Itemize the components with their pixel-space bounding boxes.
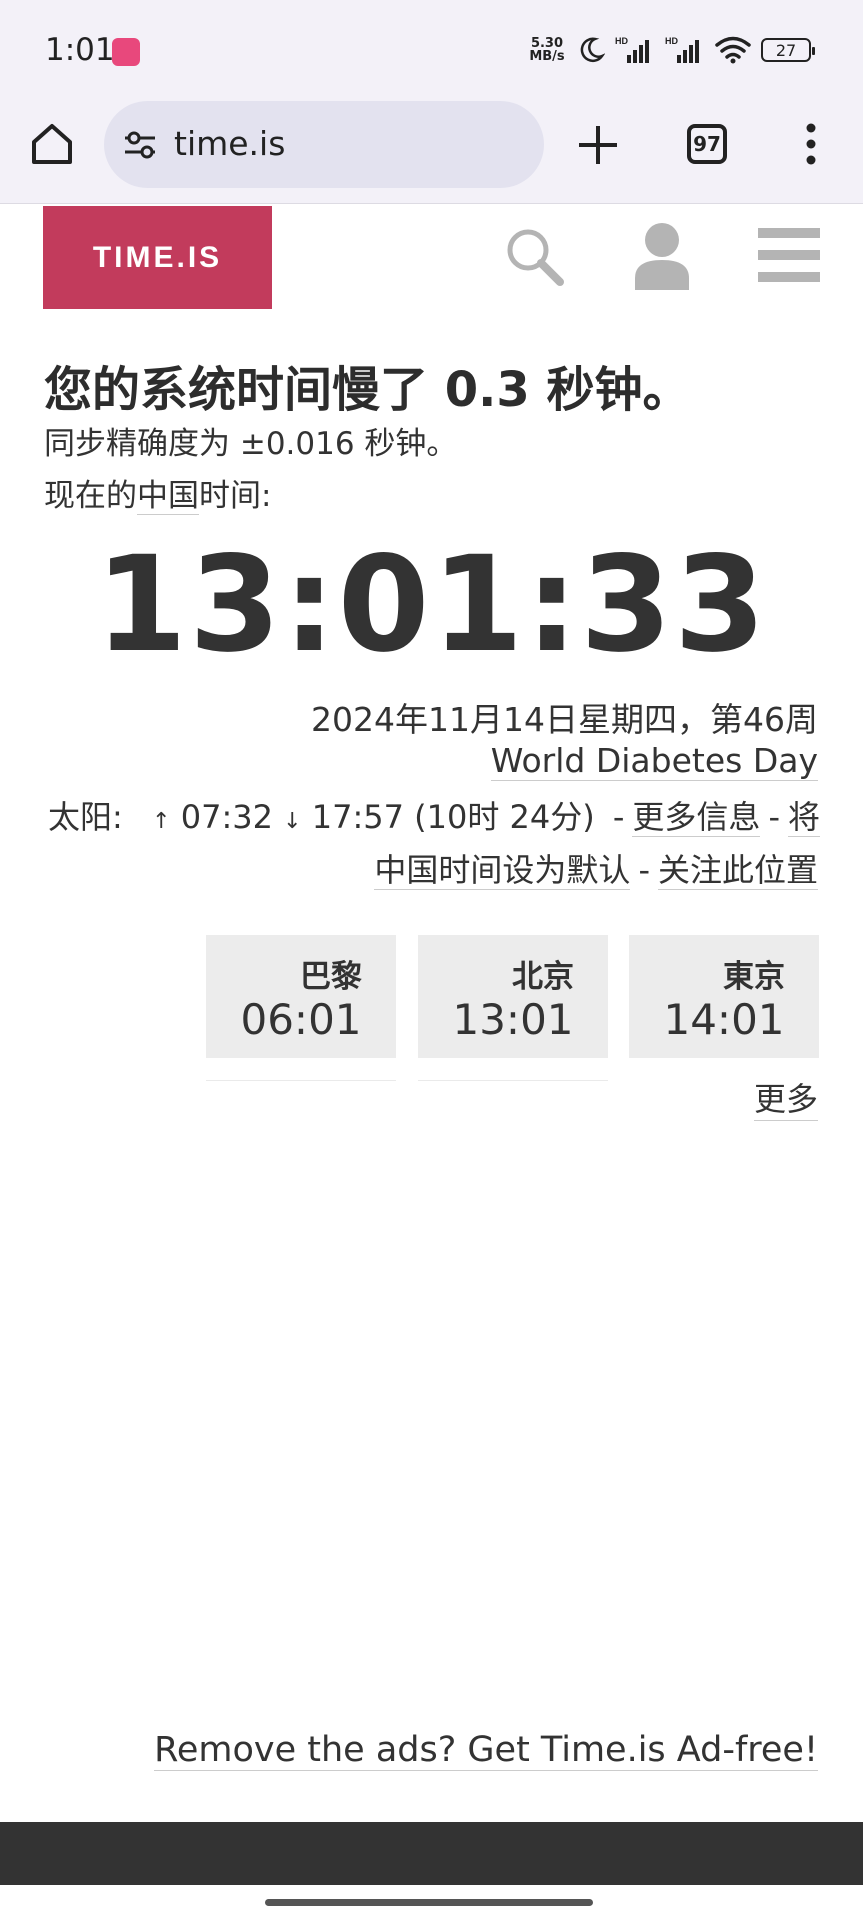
- separator: -: [638, 851, 650, 889]
- separator: -: [612, 798, 625, 836]
- tabs-button[interactable]: 97: [687, 124, 727, 164]
- city-name: 巴黎: [300, 959, 362, 995]
- divider: [206, 1080, 396, 1081]
- sunrise-time: 07:32: [180, 798, 273, 836]
- moon-icon: [580, 37, 605, 63]
- sun-times: ↑ 07:32 ↓ 17:57 (10时 24分) - 更多信息 - 将: [152, 792, 820, 838]
- status-bar: 1:01 5.30 MB/s HD HD 27: [0, 0, 863, 100]
- network-speed: 5.30 MB/s: [529, 36, 565, 64]
- bottom-bar: [0, 1822, 863, 1885]
- follow-location-link[interactable]: 关注此位置: [657, 851, 818, 890]
- user-icon[interactable]: [633, 220, 691, 290]
- separator: -: [768, 798, 780, 836]
- city-name: 北京: [512, 959, 574, 995]
- gesture-handle[interactable]: [265, 1899, 593, 1906]
- now-prefix: 现在的: [44, 478, 137, 514]
- holiday-link[interactable]: World Diabetes Day: [490, 741, 818, 781]
- signal-hd-icon: HD: [615, 36, 649, 63]
- sunset-arrow-icon: ↓: [283, 809, 302, 834]
- sunrise-arrow-icon: ↑: [152, 809, 171, 834]
- address-bar[interactable]: time.is: [104, 101, 544, 188]
- url-text: time.is: [174, 124, 286, 163]
- svg-text:HD: HD: [665, 36, 678, 46]
- set-default-link[interactable]: 将: [787, 798, 820, 837]
- china-link[interactable]: 中国: [137, 478, 199, 515]
- status-indicators: 5.30 MB/s HD HD 27: [527, 32, 815, 68]
- sun-info-row-2: 中国时间设为默认 - 关注此位置: [374, 845, 818, 891]
- divider: [418, 1080, 608, 1081]
- adfree-link[interactable]: Remove the ads? Get Time.is Ad-free!: [154, 1730, 818, 1771]
- sync-accuracy: 同步精确度为 ±0.016 秒钟。: [44, 426, 458, 462]
- day-length: (10时 24分): [414, 798, 595, 836]
- status-time: 1:01: [45, 32, 115, 68]
- now-suffix: 时间:: [199, 478, 272, 514]
- sunset-time: 17:57: [311, 798, 404, 836]
- date-line: 2024年11月14日星期四，第46周: [311, 700, 818, 739]
- clock: 13:01:33: [95, 528, 768, 682]
- sun-label: 太阳:: [48, 798, 123, 836]
- more-cities-link[interactable]: 更多: [753, 1074, 818, 1121]
- city-box-beijing[interactable]: 北京 13:01: [418, 935, 608, 1058]
- svg-text:HD: HD: [615, 36, 628, 46]
- plus-icon[interactable]: [575, 122, 621, 168]
- wifi-icon: [715, 36, 751, 64]
- browser-toolbar: time.is 97: [0, 100, 863, 204]
- site-logo[interactable]: TIME.IS: [43, 206, 272, 309]
- search-icon[interactable]: [502, 224, 568, 290]
- more-vert-icon[interactable]: [796, 120, 826, 168]
- current-time-label: 现在的中国时间:: [44, 470, 271, 515]
- page: 1:01 5.30 MB/s HD HD 27 time.is 97 TIME.…: [0, 0, 863, 1920]
- set-default-link[interactable]: 中国时间设为默认: [374, 851, 631, 890]
- city-time: 13:01: [452, 995, 574, 1044]
- site-settings-icon[interactable]: [122, 127, 158, 163]
- more-info-link[interactable]: 更多信息: [632, 798, 761, 837]
- home-icon[interactable]: [28, 120, 76, 168]
- city-name: 東京: [723, 959, 785, 995]
- hamburger-menu-icon[interactable]: [758, 228, 820, 282]
- app-notification-icon: [112, 38, 140, 66]
- city-box-tokyo[interactable]: 東京 14:01: [629, 935, 819, 1058]
- time-offset-headline: 您的系统时间慢了 0.3 秒钟。: [44, 362, 691, 418]
- battery-icon: 27: [761, 38, 815, 62]
- signal-hd-icon: HD: [665, 36, 699, 63]
- city-box-paris[interactable]: 巴黎 06:01: [206, 935, 396, 1058]
- city-time: 14:01: [663, 995, 785, 1044]
- city-time: 06:01: [240, 995, 362, 1044]
